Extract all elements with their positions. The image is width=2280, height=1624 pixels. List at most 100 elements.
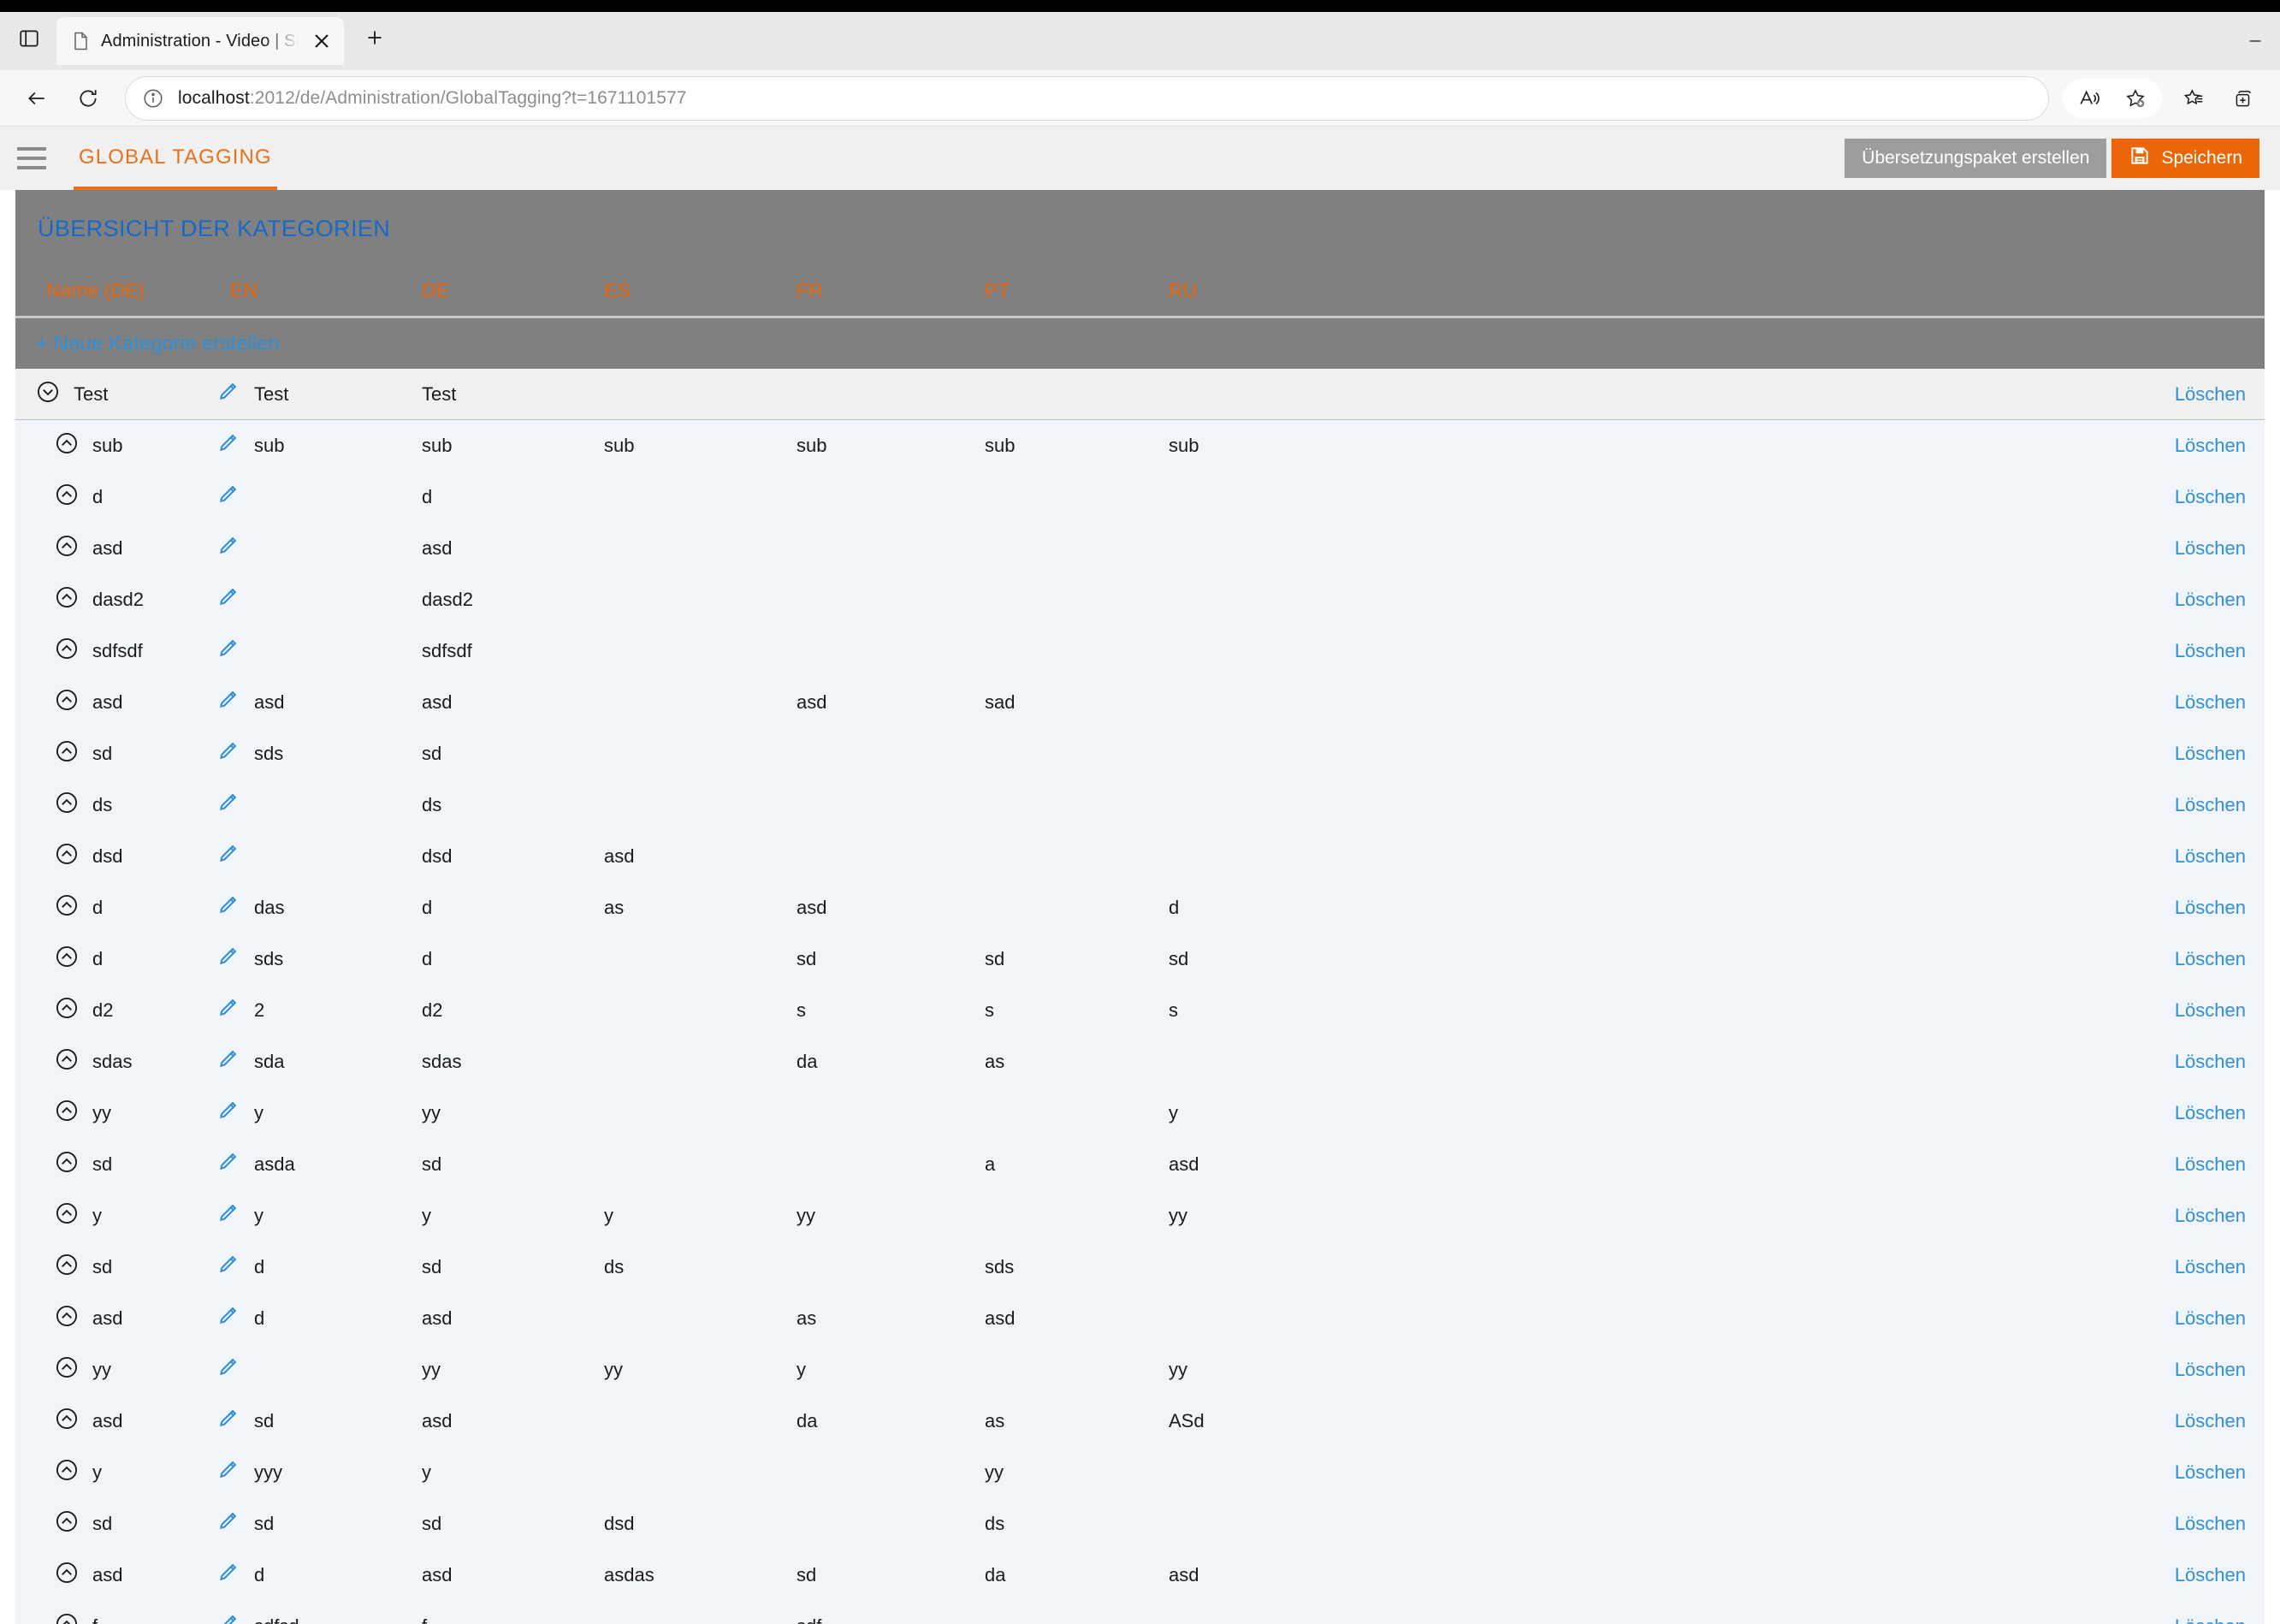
edit-pencil-icon[interactable] xyxy=(216,1048,239,1076)
edit-pencil-icon[interactable] xyxy=(216,381,239,408)
delete-link[interactable]: Löschen xyxy=(2175,691,2246,714)
cell-name-de: asd xyxy=(15,534,216,563)
chevron-up-circle-icon[interactable] xyxy=(55,1612,79,1624)
add-favorite-icon[interactable] xyxy=(2112,75,2159,122)
tab-actions-icon[interactable] xyxy=(7,16,51,61)
edit-pencil-icon[interactable] xyxy=(216,843,239,870)
edit-pencil-icon[interactable] xyxy=(216,1510,239,1538)
delete-link[interactable]: Löschen xyxy=(2175,1564,2246,1586)
chevron-up-circle-icon[interactable] xyxy=(55,1355,79,1384)
edit-pencil-icon[interactable] xyxy=(216,740,239,768)
cell-de: d xyxy=(422,897,433,918)
delete-link[interactable]: Löschen xyxy=(2175,1615,2246,1624)
cell-name-de: yy xyxy=(15,1355,216,1384)
browser-tab[interactable]: Administration - Video | Sales Ap xyxy=(56,17,344,65)
chevron-up-circle-icon[interactable] xyxy=(55,791,79,820)
chevron-up-circle-icon[interactable] xyxy=(55,1509,79,1538)
header-actions: Übersetzungspaket erstellen Speichern xyxy=(1845,139,2259,178)
minimize-icon[interactable] xyxy=(2230,12,2280,70)
cell-en: Test xyxy=(216,381,422,408)
cell-actions: Löschen xyxy=(1353,589,2265,611)
delete-link[interactable]: Löschen xyxy=(2175,383,2246,406)
delete-link[interactable]: Löschen xyxy=(2175,897,2246,919)
chevron-up-circle-icon[interactable] xyxy=(55,1201,79,1230)
favorites-icon[interactable] xyxy=(2170,75,2217,122)
delete-link[interactable]: Löschen xyxy=(2175,537,2246,560)
chevron-up-circle-icon[interactable] xyxy=(55,534,79,563)
delete-link[interactable]: Löschen xyxy=(2175,589,2246,611)
edit-pencil-icon[interactable] xyxy=(216,483,239,511)
edit-pencil-icon[interactable] xyxy=(216,432,239,459)
read-aloud-icon[interactable] xyxy=(2066,75,2112,122)
close-icon[interactable] xyxy=(310,29,334,53)
edit-pencil-icon[interactable] xyxy=(216,1202,239,1230)
back-arrow-icon[interactable] xyxy=(14,75,60,122)
chevron-up-circle-icon[interactable] xyxy=(55,945,79,974)
delete-link[interactable]: Löschen xyxy=(2175,743,2246,765)
chevron-up-circle-icon[interactable] xyxy=(55,1458,79,1487)
create-translation-package-button[interactable]: Übersetzungspaket erstellen xyxy=(1845,139,2107,178)
delete-link[interactable]: Löschen xyxy=(2175,845,2246,868)
delete-link[interactable]: Löschen xyxy=(2175,1307,2246,1330)
chevron-up-circle-icon[interactable] xyxy=(55,431,79,460)
chevron-up-circle-icon[interactable] xyxy=(55,1304,79,1333)
chevron-up-circle-icon[interactable] xyxy=(55,996,79,1025)
delete-link[interactable]: Löschen xyxy=(2175,1205,2246,1227)
edit-pencil-icon[interactable] xyxy=(216,535,239,562)
edit-pencil-icon[interactable] xyxy=(216,689,239,716)
edit-pencil-icon[interactable] xyxy=(216,1408,239,1435)
delete-link[interactable]: Löschen xyxy=(2175,999,2246,1022)
new-tab-button[interactable] xyxy=(356,19,394,56)
refresh-icon[interactable] xyxy=(65,75,111,122)
edit-pencil-icon[interactable] xyxy=(216,1613,239,1624)
delete-link[interactable]: Löschen xyxy=(2175,948,2246,970)
delete-link[interactable]: Löschen xyxy=(2175,794,2246,816)
delete-link[interactable]: Löschen xyxy=(2175,1051,2246,1073)
edit-pencil-icon[interactable] xyxy=(216,1459,239,1486)
chevron-up-circle-icon[interactable] xyxy=(55,842,79,871)
chevron-up-circle-icon[interactable] xyxy=(55,585,79,614)
edit-pencil-icon[interactable] xyxy=(216,1099,239,1127)
delete-link[interactable]: Löschen xyxy=(2175,1359,2246,1381)
edit-pencil-icon[interactable] xyxy=(216,1254,239,1281)
delete-link[interactable]: Löschen xyxy=(2175,1461,2246,1484)
collections-icon[interactable] xyxy=(2220,75,2266,122)
chevron-up-circle-icon[interactable] xyxy=(55,893,79,922)
chevron-up-circle-icon[interactable] xyxy=(55,483,79,512)
save-button[interactable]: Speichern xyxy=(2111,139,2259,178)
new-category-link[interactable]: + Neue Kategorie erstellen xyxy=(15,332,280,356)
delete-link[interactable]: Löschen xyxy=(2175,640,2246,662)
delete-link[interactable]: Löschen xyxy=(2175,1153,2246,1176)
hamburger-menu-icon[interactable] xyxy=(17,147,46,169)
chevron-up-circle-icon[interactable] xyxy=(55,1561,79,1590)
edit-pencil-icon[interactable] xyxy=(216,1151,239,1178)
cell-name-de-value: asd xyxy=(92,537,123,559)
info-icon[interactable] xyxy=(140,86,166,111)
delete-link[interactable]: Löschen xyxy=(2175,1513,2246,1535)
edit-pencil-icon[interactable] xyxy=(216,1305,239,1332)
delete-link[interactable]: Löschen xyxy=(2175,1256,2246,1278)
edit-pencil-icon[interactable] xyxy=(216,997,239,1024)
chevron-down-circle-icon[interactable] xyxy=(36,380,60,409)
chevron-up-circle-icon[interactable] xyxy=(55,1253,79,1282)
tab-global-tagging[interactable]: GLOBAL TAGGING xyxy=(74,127,277,190)
edit-pencil-icon[interactable] xyxy=(216,637,239,665)
edit-pencil-icon[interactable] xyxy=(216,894,239,922)
edit-pencil-icon[interactable] xyxy=(216,945,239,973)
edit-pencil-icon[interactable] xyxy=(216,586,239,613)
address-bar[interactable]: localhost:2012/de/Administration/GlobalT… xyxy=(125,75,2049,121)
chevron-up-circle-icon[interactable] xyxy=(55,1047,79,1076)
chevron-up-circle-icon[interactable] xyxy=(55,1099,79,1128)
delete-link[interactable]: Löschen xyxy=(2175,435,2246,457)
edit-pencil-icon[interactable] xyxy=(216,791,239,819)
edit-pencil-icon[interactable] xyxy=(216,1356,239,1384)
chevron-up-circle-icon[interactable] xyxy=(55,637,79,666)
chevron-up-circle-icon[interactable] xyxy=(55,1150,79,1179)
chevron-up-circle-icon[interactable] xyxy=(55,739,79,768)
chevron-up-circle-icon[interactable] xyxy=(55,688,79,717)
delete-link[interactable]: Löschen xyxy=(2175,1410,2246,1432)
delete-link[interactable]: Löschen xyxy=(2175,486,2246,508)
delete-link[interactable]: Löschen xyxy=(2175,1102,2246,1124)
edit-pencil-icon[interactable] xyxy=(216,1562,239,1589)
chevron-up-circle-icon[interactable] xyxy=(55,1407,79,1436)
